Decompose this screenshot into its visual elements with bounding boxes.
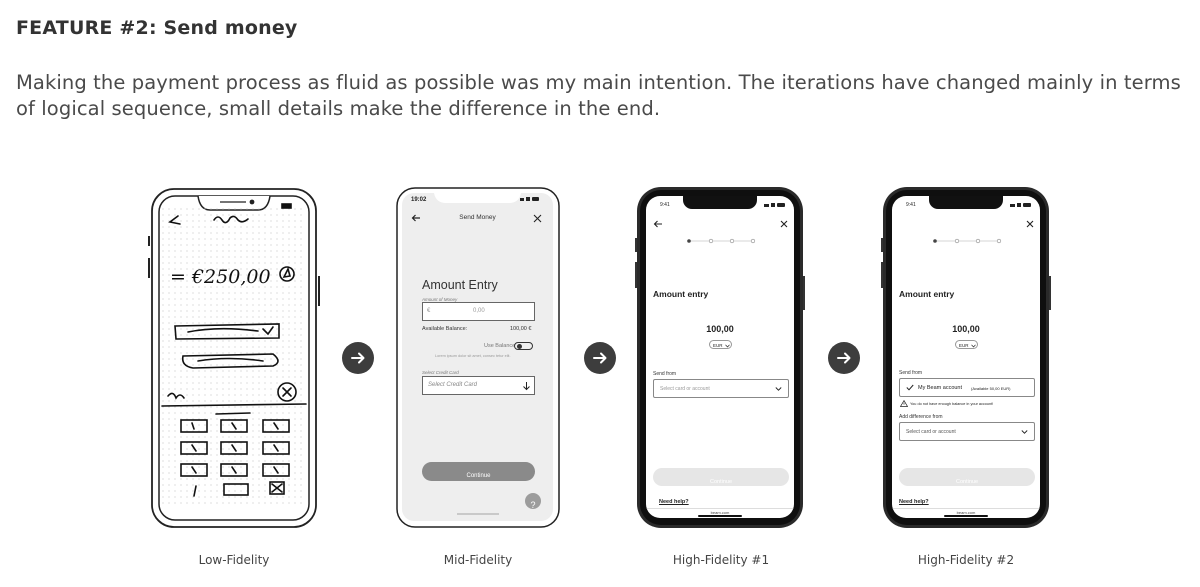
- help-icon: ?: [530, 500, 536, 510]
- mid-balance-label: Available Balance:: [422, 326, 468, 332]
- feature-title: FEATURE #2: Send money: [16, 17, 298, 39]
- mid-use-balance-toggle[interactable]: [514, 342, 533, 350]
- feature-description: Making the payment process as fluid as p…: [16, 71, 1181, 120]
- home-indicator: [698, 515, 742, 517]
- mid-help-button[interactable]: ?: [525, 493, 541, 510]
- mid-lorem-text: Lorem ipsum dolor sit amet, consec tetur…: [435, 354, 511, 358]
- hi2-footer-divider: [892, 508, 1040, 509]
- hi2-currency: EUR: [959, 342, 969, 348]
- hi2-help-link[interactable]: Need help?: [899, 499, 929, 505]
- warning-icon: [900, 400, 908, 407]
- chevron-down-icon: [725, 344, 730, 348]
- hi1-send-from-label: Send from: [653, 371, 677, 377]
- chevron-down-icon: [1021, 430, 1028, 434]
- arrow-right-icon: [593, 352, 607, 364]
- toggle-knob: [516, 344, 522, 349]
- next-arrow-button-1: [342, 342, 374, 374]
- mid-status-time: 19:02: [411, 197, 427, 203]
- mid-nav-title: Send Money: [459, 214, 496, 221]
- mid-card-placeholder: Select Credit Card: [428, 382, 478, 388]
- close-icon[interactable]: [780, 220, 788, 228]
- progress-stepper: [933, 238, 1002, 244]
- mid-amount-value: 0,00: [473, 308, 485, 314]
- hi2-select-placeholder: Select card or account: [906, 429, 956, 435]
- hi2-continue-button[interactable]: Continue: [899, 468, 1035, 486]
- mid-use-balance-label: Use Balance: [484, 343, 516, 349]
- hi2-account-name: My Beam account: [918, 384, 963, 391]
- hi2-send-from-label: Send from: [899, 370, 923, 376]
- hi2-currency-select[interactable]: EUR: [955, 340, 978, 349]
- hi1-account-select[interactable]: Select card or account: [653, 379, 789, 398]
- hi2-account-select[interactable]: My Beam account (Available 50,00 EUR): [899, 378, 1035, 397]
- progress-stepper: [687, 238, 756, 244]
- status-icons: [1010, 203, 1031, 207]
- hi1-continue-button[interactable]: Continue: [653, 468, 789, 486]
- hi1-screen: 9:41 Amount entry 100,00 EUR Send from S…: [646, 196, 794, 518]
- arrow-right-icon: [351, 352, 365, 364]
- arrow-left-icon[interactable]: [653, 219, 663, 229]
- mid-balance-value: 100,00 €: [510, 326, 532, 332]
- mid-card-select[interactable]: Select Credit Card: [422, 376, 535, 395]
- mid-screen-title: Amount Entry: [422, 278, 498, 292]
- status-icons: [764, 203, 785, 207]
- hi1-status-time: 9:41: [660, 202, 670, 208]
- close-icon[interactable]: [533, 214, 542, 223]
- home-indicator: [944, 515, 988, 517]
- hi1-amount: 100,00: [706, 324, 734, 334]
- hi1-footer-divider: [646, 508, 794, 509]
- mid-currency-symbol: €: [427, 308, 431, 314]
- next-arrow-button-3: [828, 342, 860, 374]
- notch: [929, 196, 1003, 209]
- hi1-select-placeholder: Select card or account: [660, 386, 710, 392]
- arrow-down-icon: [523, 382, 530, 391]
- hi1-help-link[interactable]: Need help?: [659, 499, 689, 505]
- sketch-drawing: = €250,00: [161, 203, 307, 497]
- hi2-status-time: 9:41: [906, 202, 916, 208]
- high-fidelity-2-phone: 9:41 Amount entry 100,00 EUR Send from M…: [881, 186, 1051, 529]
- hi2-add-diff-label: Add difference from: [899, 414, 943, 420]
- hi2-difference-select[interactable]: Select card or account: [899, 422, 1035, 441]
- notch: [683, 196, 757, 209]
- mid-screen: 19:02 Send Money Amount Entry Amount of …: [402, 193, 553, 521]
- hi2-title: Amount entry: [899, 289, 955, 299]
- sketch-amount: = €250,00: [170, 266, 271, 288]
- caption-low-fidelity: Low-Fidelity: [198, 553, 270, 567]
- hi1-title: Amount entry: [653, 289, 709, 299]
- hi1-currency: EUR: [713, 342, 723, 348]
- low-fidelity-phone: = €250,00: [148, 186, 320, 530]
- caption-mid-fidelity: Mid-Fidelity: [443, 553, 513, 567]
- high-fidelity-1-phone: 9:41 Amount entry 100,00 EUR Send from S…: [635, 186, 805, 529]
- hi2-amount: 100,00: [952, 324, 980, 334]
- hi2-warning-text: You do not have enough balance in your a…: [910, 401, 994, 406]
- close-icon[interactable]: [1026, 220, 1034, 228]
- mid-amount-input[interactable]: € 0,00: [422, 302, 535, 321]
- hi2-account-available: (Available 50,00 EUR): [971, 385, 1011, 391]
- check-icon: [906, 384, 914, 391]
- next-arrow-button-2: [584, 342, 616, 374]
- hi1-continue-label: Continue: [709, 479, 733, 485]
- mid-card-label: Select Credit Card: [422, 370, 459, 375]
- chevron-down-icon: [775, 387, 782, 391]
- hi2-continue-label: Continue: [955, 479, 979, 485]
- mid-continue-button[interactable]: Continue: [422, 462, 535, 481]
- caption-high-fidelity-2: High-Fidelity #2: [917, 553, 1015, 567]
- hi1-currency-select[interactable]: EUR: [709, 340, 732, 349]
- hi2-screen: 9:41 Amount entry 100,00 EUR Send from M…: [892, 196, 1040, 518]
- mid-fidelity-phone: 19:02 Send Money Amount Entry Amount of …: [396, 187, 560, 528]
- mid-continue-label: Continue: [466, 473, 491, 479]
- caption-high-fidelity-1: High-Fidelity #1: [672, 553, 770, 567]
- chevron-down-icon: [971, 344, 976, 348]
- arrow-right-icon: [837, 352, 851, 364]
